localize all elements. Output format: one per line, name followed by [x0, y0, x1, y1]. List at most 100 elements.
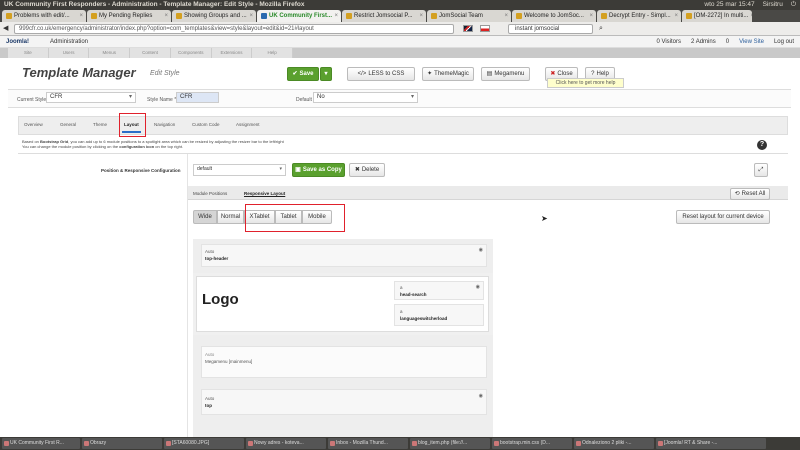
- user-name[interactable]: Sirsitru: [763, 0, 783, 10]
- browser-tab[interactable]: My Pending Replies ×: [87, 10, 171, 22]
- layout-editor: default ▾ ▣ Save as Copy ✖ Delete ⤢ Module …: [188, 154, 788, 444]
- eye-icon[interactable]: ◉: [476, 284, 480, 290]
- browser-tab[interactable]: JomSocial Team ×: [427, 10, 511, 22]
- messages-count[interactable]: 0: [726, 36, 729, 48]
- favicon-icon: [91, 13, 97, 19]
- close-tab-icon[interactable]: ×: [504, 10, 508, 22]
- browser-tab[interactable]: Problems with edit/... ×: [2, 10, 86, 22]
- url-input[interactable]: 999cfr.co.uk/emergency/administrator/ind…: [14, 24, 454, 34]
- save-icon: ✔: [292, 71, 298, 77]
- browser-tab[interactable]: Showing Groups and ... ×: [172, 10, 256, 22]
- save-as-copy-button[interactable]: ▣ Save as Copy: [292, 163, 345, 177]
- tab-module-positions[interactable]: Module Positions: [193, 191, 227, 196]
- menu-site[interactable]: Site: [8, 48, 49, 58]
- help-icon[interactable]: ?: [757, 140, 767, 150]
- mode-wide-button[interactable]: Wide: [193, 210, 217, 224]
- power-icon[interactable]: ⏻: [791, 0, 796, 10]
- view-site-link[interactable]: View Site: [739, 36, 764, 48]
- block-auto-label: Auto: [205, 249, 215, 254]
- browser-tab[interactable]: [OM-2272] In multi...×: [682, 10, 752, 22]
- menu-extensions[interactable]: Extensions: [212, 48, 253, 58]
- search-icon[interactable]: ⌕: [599, 25, 603, 33]
- menu-users[interactable]: Users: [49, 48, 90, 58]
- clock[interactable]: wto 25 mar 15:47: [704, 0, 754, 10]
- delete-button[interactable]: ✖ Delete: [349, 163, 385, 177]
- current-style-select[interactable]: CFR ▾: [46, 92, 136, 103]
- current-style-label: Current Style: [17, 97, 47, 103]
- position-name: top-header: [205, 256, 229, 261]
- taskbar-item[interactable]: blog_item.php (file://...: [410, 438, 490, 449]
- tab-general[interactable]: General: [60, 122, 76, 127]
- back-icon[interactable]: ◀: [3, 24, 8, 32]
- less-to-css-button[interactable]: </> LESS to CSS: [347, 67, 415, 81]
- tab-theme[interactable]: Theme: [93, 122, 107, 127]
- default-select[interactable]: No ▾: [313, 92, 418, 103]
- taskbar-item[interactable]: Odnaleziono 2 pliki -...: [574, 438, 654, 449]
- taskbar-item[interactable]: [STA60080.JPG]: [164, 438, 244, 449]
- menu-menus[interactable]: Menus: [89, 48, 131, 58]
- close-tab-icon[interactable]: ×: [674, 10, 678, 22]
- taskbar-item[interactable]: Inbox - Mozilla Thund...: [328, 438, 408, 449]
- position-block-top-header[interactable]: Auto top-header ◉: [201, 244, 487, 267]
- tab-overview[interactable]: Overview: [24, 122, 43, 127]
- logout-link[interactable]: Log out: [774, 36, 794, 48]
- position-name: head-search: [400, 292, 427, 297]
- close-tab-icon[interactable]: ×: [164, 10, 168, 22]
- reset-all-button[interactable]: ⟲ Reset All: [730, 188, 770, 200]
- joomla-logo[interactable]: Joomla!: [6, 36, 29, 48]
- taskbar-item[interactable]: Obrazy: [82, 438, 162, 449]
- tab-navigation[interactable]: Navigation: [154, 122, 175, 127]
- joomla-admin-bar: Joomla! Administration 0 Visitors 2 Admi…: [0, 36, 800, 48]
- search-input[interactable]: instant jomsocial: [508, 24, 593, 34]
- taskbar-item[interactable]: bootstrap.min.css (D...: [492, 438, 572, 449]
- layout-select[interactable]: default ▾: [193, 164, 286, 176]
- save-button[interactable]: ✔ Save: [287, 67, 319, 81]
- eye-icon[interactable]: ◉: [479, 247, 483, 253]
- menu-content[interactable]: Content: [130, 48, 171, 58]
- flag-icon[interactable]: [463, 25, 473, 32]
- refresh-icon: ⟲: [734, 191, 740, 197]
- favicon-icon: [176, 13, 182, 19]
- logo-block[interactable]: Logo a head-search ◉ a languageswitcherl…: [196, 276, 489, 332]
- browser-tab[interactable]: Welcome to JomSoc... ×: [512, 10, 596, 22]
- taskbar-item[interactable]: UK Community First R...: [2, 438, 80, 449]
- taskbar-item[interactable]: [Joomla! RT & Share -...: [656, 438, 766, 449]
- position-block-head-search[interactable]: a head-search ◉: [394, 281, 484, 300]
- megamenu-button[interactable]: ▤ Megamenu: [481, 67, 530, 81]
- tab-assignment[interactable]: Assignment: [236, 122, 260, 127]
- admin-label: Administration: [50, 39, 89, 45]
- close-tab-icon[interactable]: ×: [249, 10, 253, 22]
- browser-tab[interactable]: Decrypt Entry - Simpl... ×: [597, 10, 681, 22]
- mode-normal-button[interactable]: Normal: [217, 210, 244, 224]
- browser-tab-active[interactable]: UK Community First... ×: [257, 10, 341, 22]
- position-name: top: [205, 403, 212, 408]
- thememagic-button[interactable]: ✦ ThemeMagic: [422, 67, 474, 81]
- admin-menu-bar: Site Users Menus Content Components Exte…: [0, 48, 800, 58]
- position-block-top[interactable]: Auto top ◉: [201, 389, 487, 415]
- position-block-mainmenu[interactable]: Auto Megamenu [mainmenu]: [201, 346, 487, 378]
- default-label: Default: [296, 97, 312, 103]
- save-dropdown-button[interactable]: ▾: [320, 67, 332, 81]
- close-tab-icon[interactable]: ×: [589, 10, 593, 22]
- tab-responsive-layout[interactable]: Responsive Layout: [244, 191, 285, 196]
- eye-icon[interactable]: ◉: [479, 393, 483, 399]
- system-tray: wto 25 mar 15:47 Sirsitru ⏻: [704, 0, 796, 10]
- browser-tab-strip: Problems with edit/... × My Pending Repli…: [0, 10, 800, 22]
- tab-custom-code[interactable]: Custom Code: [192, 122, 220, 127]
- logo-text: Logo: [202, 291, 239, 308]
- close-tab-icon[interactable]: ×: [334, 10, 338, 22]
- browser-tab[interactable]: Restrict Jomsocial P... ×: [342, 10, 426, 22]
- close-tab-icon[interactable]: ×: [750, 10, 752, 22]
- menu-help[interactable]: Help: [252, 48, 294, 58]
- taskbar-item[interactable]: Nowy adres - koteva...: [246, 438, 326, 449]
- menu-components[interactable]: Components: [171, 48, 212, 58]
- flag-icon[interactable]: [480, 25, 490, 32]
- admins-count: 2 Admins: [691, 39, 716, 45]
- close-tab-icon[interactable]: ×: [79, 10, 83, 22]
- close-tab-icon[interactable]: ×: [419, 10, 423, 22]
- style-name-input[interactable]: CFR: [176, 92, 219, 103]
- code-icon: </>: [357, 71, 367, 77]
- position-block-languageswitcherload[interactable]: a languageswitcherload: [394, 304, 484, 326]
- fullscreen-button[interactable]: ⤢: [754, 163, 768, 177]
- reset-current-device-button[interactable]: Reset layout for current device: [676, 210, 770, 224]
